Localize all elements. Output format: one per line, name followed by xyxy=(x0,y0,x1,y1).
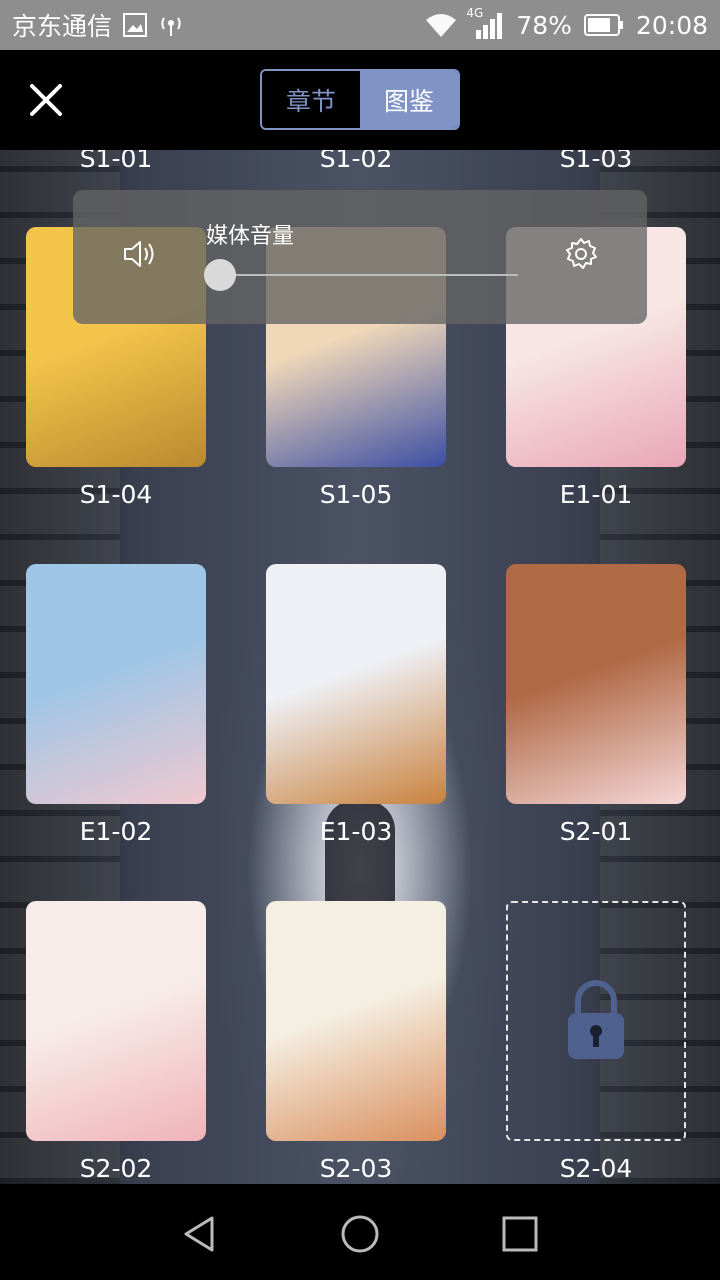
home-icon[interactable] xyxy=(340,1214,380,1254)
hotspot-icon xyxy=(161,17,181,36)
image-icon xyxy=(123,13,148,37)
tile-label: S1-02 xyxy=(319,150,393,173)
close-icon[interactable] xyxy=(24,78,68,122)
top-bar: 章节 图鉴 xyxy=(0,50,720,150)
tile-label: E1-01 xyxy=(559,480,633,509)
signal-icon xyxy=(476,13,503,39)
clock: 20:08 xyxy=(635,10,708,40)
tile-label: E1-02 xyxy=(79,817,153,846)
battery-percent: 78% xyxy=(516,10,572,40)
gear-icon[interactable] xyxy=(563,236,599,272)
battery-icon xyxy=(583,14,623,36)
speaker-icon[interactable] xyxy=(121,236,157,272)
tile-label: S2-03 xyxy=(319,1154,393,1183)
gallery-tile[interactable] xyxy=(26,564,206,804)
tile-label: S2-02 xyxy=(79,1154,153,1183)
gallery-tile[interactable] xyxy=(506,564,686,804)
navigation-bar xyxy=(0,1184,720,1280)
tile-label: S2-04 xyxy=(559,1154,633,1183)
locked-tile[interactable] xyxy=(506,901,686,1141)
gallery-tile[interactable] xyxy=(266,901,446,1141)
volume-title: 媒体音量 xyxy=(206,224,295,249)
volume-slider-knob[interactable] xyxy=(204,259,236,291)
tab-chapters[interactable]: 章节 xyxy=(262,71,360,128)
gallery-tile[interactable] xyxy=(26,901,206,1141)
volume-panel: 媒体音量 xyxy=(73,190,647,324)
tile-label: S1-03 xyxy=(559,150,633,173)
signal-indicator: 4G xyxy=(466,6,504,40)
tile-label: E1-03 xyxy=(319,817,393,846)
volume-slider-track[interactable] xyxy=(218,274,518,276)
tile-label: S1-05 xyxy=(319,480,393,509)
gallery-tile[interactable] xyxy=(266,564,446,804)
carrier-name: 京东通信 xyxy=(12,12,113,41)
tab-gallery[interactable]: 图鉴 xyxy=(360,71,458,128)
wifi-icon xyxy=(426,14,457,37)
tab-switcher: 章节 图鉴 xyxy=(260,69,460,130)
recents-icon[interactable] xyxy=(500,1214,540,1254)
tile-label: S1-01 xyxy=(79,150,153,173)
tile-label: S1-04 xyxy=(79,480,153,509)
status-bar: 京东通信 4G 78% 20:08 xyxy=(0,0,720,50)
lock-icon xyxy=(568,980,624,1059)
back-icon[interactable] xyxy=(180,1214,220,1254)
tile-label: S2-01 xyxy=(559,817,633,846)
